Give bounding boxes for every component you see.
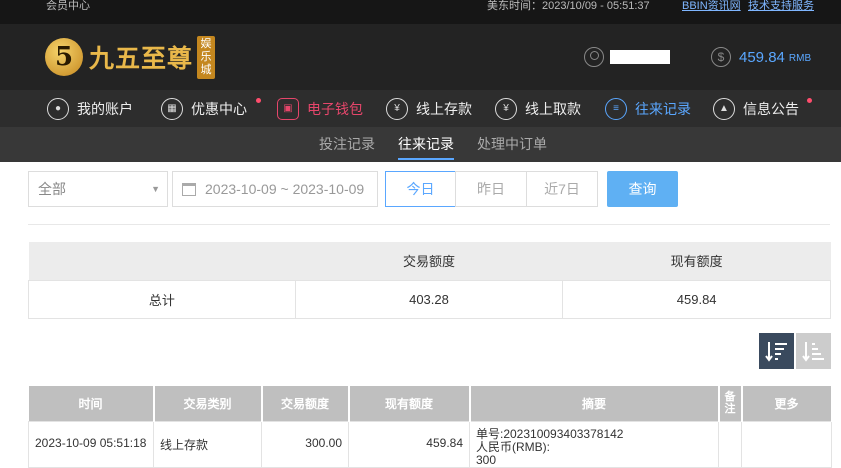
nav-announcements[interactable]: ▲ 信息公告 — [713, 90, 799, 127]
row-note — [718, 420, 742, 468]
deposit-icon: ¥ — [386, 97, 408, 120]
site-logo[interactable]: 5 九五至尊 娱乐城 — [45, 34, 216, 80]
logo-subtitle: 娱乐城 — [197, 35, 216, 79]
col-current: 现有额度 — [348, 386, 471, 421]
nav-promotions[interactable]: ▦ 优惠中心 — [161, 90, 247, 127]
nav-label: 线上存款 — [416, 100, 472, 117]
calendar-icon — [182, 182, 196, 196]
nav-label: 我的账户 — [77, 100, 133, 117]
bell-icon: ▲ — [713, 97, 735, 120]
user-icon: ● — [47, 97, 69, 120]
col-time: 时间 — [28, 386, 155, 421]
records-icon: ≡ — [605, 97, 627, 120]
row-type: 线上存款 — [153, 420, 262, 468]
transaction-type-select[interactable]: 全部 ▼ — [28, 171, 168, 207]
nav-label: 信息公告 — [743, 100, 799, 117]
avatar-icon — [584, 47, 604, 67]
bbin-info-link[interactable]: BBIN资讯网 — [682, 0, 741, 13]
quick-7days-button[interactable]: 近7日 — [526, 171, 598, 207]
nav-my-account[interactable]: ● 我的账户 — [47, 90, 133, 127]
nav-label: 电子钱包 — [307, 100, 363, 117]
summary-header-current: 现有额度 — [562, 242, 831, 280]
user-info[interactable] — [584, 47, 670, 67]
sort-ascending-button[interactable] — [796, 333, 831, 369]
header: 5 九五至尊 娱乐城 $ 459.84 RMB — [0, 24, 841, 90]
balance-unit: RMB — [788, 53, 812, 64]
promotions-notification-dot — [256, 98, 261, 103]
row-current: 459.84 — [348, 420, 470, 468]
logo-badge-icon: 5 — [45, 38, 83, 76]
select-value: 全部 — [38, 181, 66, 197]
tech-support-link[interactable]: 技术支持服务 — [748, 0, 814, 13]
nav-label: 线上取款 — [525, 100, 581, 117]
tab-transaction-records[interactable]: 往来记录 — [398, 127, 454, 162]
summary-total-amount: 403.28 — [294, 279, 564, 319]
nav-online-withdraw[interactable]: ¥ 线上取款 — [495, 90, 581, 127]
summary-total-current: 459.84 — [562, 279, 831, 319]
sub-nav: 投注记录 往来记录 处理中订单 — [0, 127, 841, 162]
eastern-time: 美东时间：2023/10/09 - 05:51:37 — [487, 0, 650, 12]
tab-bet-records[interactable]: 投注记录 — [319, 127, 375, 162]
memo-currency: 人民币(RMB): — [476, 439, 550, 454]
row-time: 2023-10-09 05:51:18 — [28, 420, 154, 468]
summary-header-empty — [28, 242, 296, 280]
nav-transaction-records[interactable]: ≡ 往来记录 — [605, 90, 691, 127]
summary-total-label: 总计 — [28, 279, 296, 319]
logo-text: 九五至尊 — [89, 44, 194, 73]
quick-yesterday-button[interactable]: 昨日 — [455, 171, 527, 207]
dollar-icon: $ — [711, 47, 731, 67]
nav-label: 往来记录 — [635, 100, 691, 117]
nav-label: 优惠中心 — [191, 100, 247, 117]
table-row: 2023-10-09 05:51:18 线上存款 300.00 459.84 单… — [28, 420, 832, 468]
withdraw-icon: ¥ — [495, 97, 517, 120]
chevron-down-icon: ▼ — [151, 184, 160, 194]
summary-header-amount: 交易额度 — [295, 242, 563, 280]
date-range-value: 2023-10-09 ~ 2023-10-09 — [205, 181, 365, 197]
row-memo: 单号:202310093403378142 人民币(RMB): 300 — [469, 420, 719, 468]
nav-online-deposit[interactable]: ¥ 线上存款 — [386, 90, 472, 127]
row-amount: 300.00 — [261, 420, 349, 468]
gift-icon: ▦ — [161, 97, 183, 120]
quick-today-button[interactable]: 今日 — [385, 171, 456, 207]
col-memo: 摘要 — [469, 386, 720, 421]
date-range-input[interactable]: 2023-10-09 ~ 2023-10-09 — [172, 171, 378, 207]
sort-asc-icon — [801, 342, 824, 362]
member-center-link[interactable]: 会员中心 — [46, 0, 90, 13]
announcements-notification-dot — [807, 98, 812, 103]
col-amount: 交易额度 — [261, 386, 350, 421]
records-table: 时间 交易类别 交易额度 现有额度 摘要 备注 更多 2023-10-09 05… — [28, 386, 833, 468]
wallet-icon: ▣ — [277, 97, 299, 120]
summary-table: 交易额度 现有额度 总计 403.28 459.84 — [28, 242, 831, 319]
sort-descending-button[interactable] — [759, 333, 794, 369]
row-more[interactable] — [741, 420, 832, 468]
col-type: 交易类别 — [153, 386, 263, 421]
tab-pending-orders[interactable]: 处理中订单 — [477, 127, 547, 162]
balance-display: $ 459.84 RMB — [711, 47, 811, 67]
search-button[interactable]: 查询 — [607, 171, 678, 207]
nav-e-wallet[interactable]: ▣ 电子钱包 — [277, 90, 363, 127]
divider — [28, 224, 830, 225]
username-redacted — [610, 50, 670, 64]
balance-amount: 459.84 — [739, 48, 785, 66]
col-note: 备注 — [718, 386, 743, 421]
top-bar: 会员中心 美东时间：2023/10/09 - 05:51:37 BBIN资讯网 … — [0, 0, 841, 24]
memo-order-number: 单号:202310093403378142 — [476, 426, 624, 441]
main-nav: ● 我的账户 ▦ 优惠中心 ▣ 电子钱包 ¥ 线上存款 ¥ 线上取款 ≡ 往来记… — [0, 90, 841, 127]
sort-desc-icon — [764, 342, 787, 362]
col-more: 更多 — [741, 386, 833, 421]
